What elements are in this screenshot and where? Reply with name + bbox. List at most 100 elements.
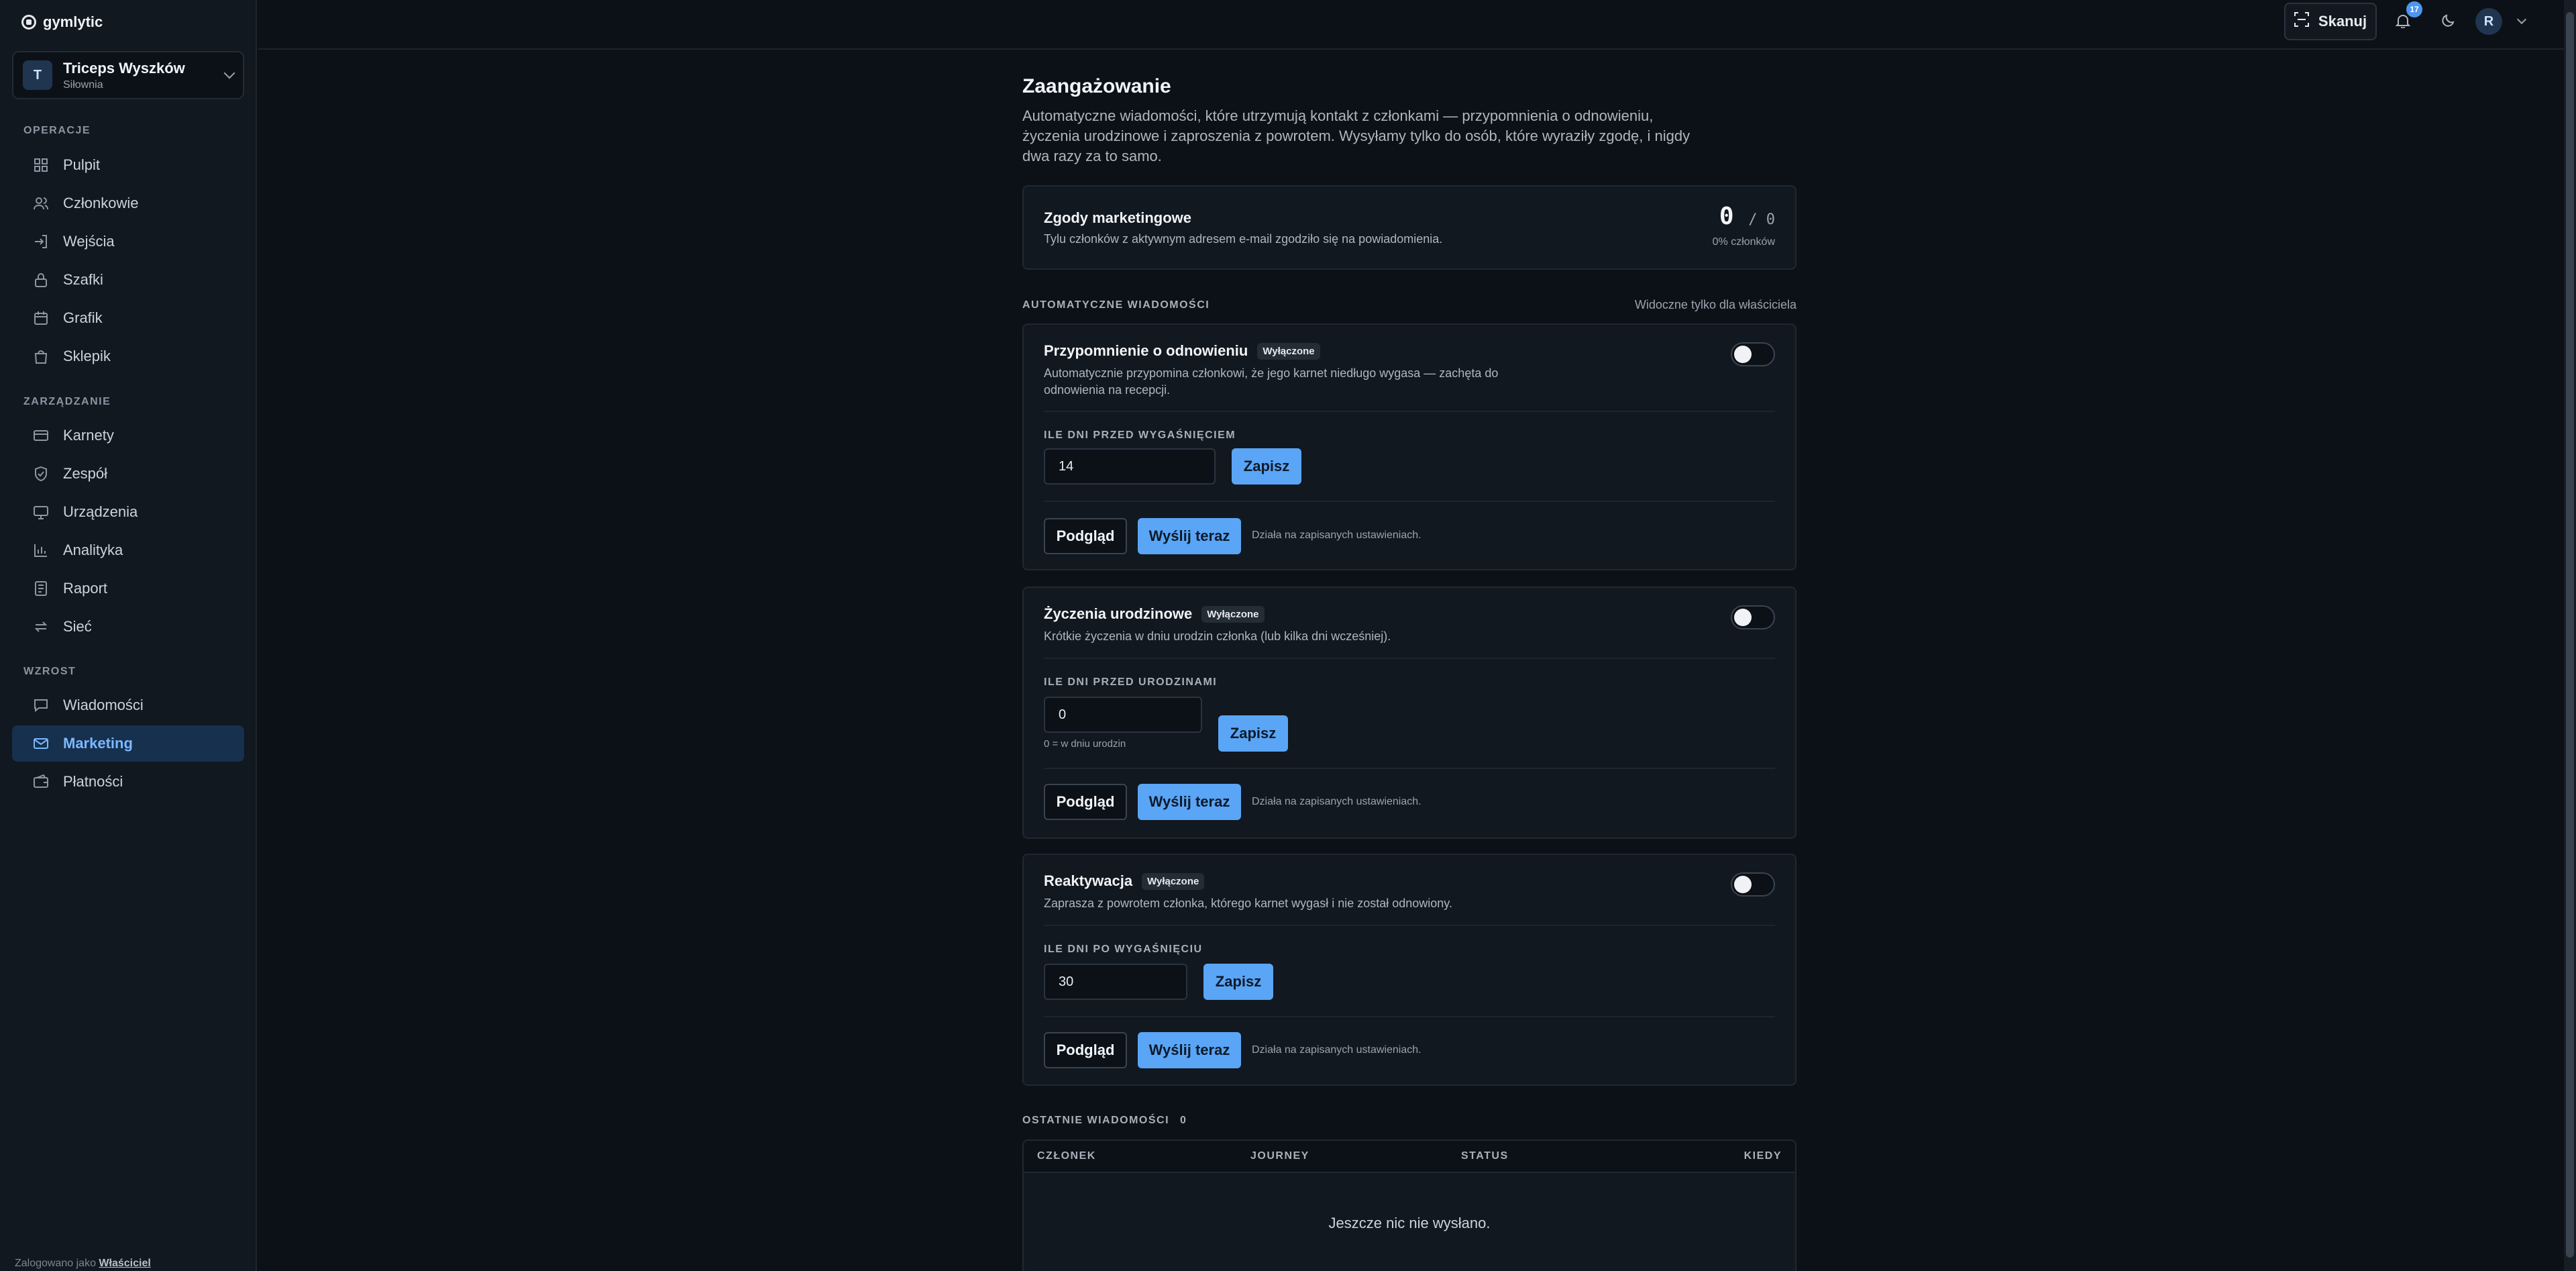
journey-title: Przypomnienie o odnowieniu Wyłączone bbox=[1044, 342, 1320, 360]
bag-icon bbox=[34, 349, 48, 364]
send-hint: Działa na zapisanych ustawieniach. bbox=[1252, 796, 1421, 807]
sidebar-item-label: Analityka bbox=[63, 542, 123, 558]
send-hint: Działa na zapisanych ustawieniach. bbox=[1252, 529, 1421, 541]
notification-badge: 17 bbox=[2406, 1, 2422, 17]
chevron-down-icon bbox=[223, 67, 235, 79]
auto-section-label: AUTOMATYCZNE WIADOMOŚCI bbox=[1022, 299, 1210, 311]
journey-toggle[interactable] bbox=[1731, 872, 1775, 897]
send-now-button[interactable]: Wyślij teraz bbox=[1138, 1032, 1241, 1068]
field-hint: 0 = w dniu urodzin bbox=[1044, 738, 1126, 750]
sidebar-item-label: Marketing bbox=[63, 735, 133, 752]
sidebar-item-czlonkowie[interactable]: Członkowie bbox=[12, 185, 244, 221]
nav-section-label: OPERACJE bbox=[23, 125, 91, 136]
column-header[interactable]: JOURNEY bbox=[1250, 1150, 1309, 1162]
sidebar-item-pulpit[interactable]: Pulpit bbox=[12, 147, 244, 183]
column-header[interactable]: KIEDY bbox=[1744, 1150, 1782, 1162]
consent-percent: 0% członków bbox=[1712, 236, 1775, 248]
sidebar-item-label: Szafki bbox=[63, 271, 103, 288]
journey-toggle[interactable] bbox=[1731, 342, 1775, 366]
field-label: ILE DNI PO WYGAŚNIĘCIU bbox=[1044, 944, 1203, 955]
journey-description: Krótkie życzenia w dniu urodzin członka … bbox=[1044, 629, 1391, 643]
sidebar-item-zespol[interactable]: Zespół bbox=[12, 456, 244, 492]
sidebar-item-label: Raport bbox=[63, 580, 108, 597]
consent-card: Zgody marketingowe Tylu członków z aktyw… bbox=[1022, 185, 1796, 270]
consent-title: Zgody marketingowe bbox=[1044, 209, 1192, 226]
preview-button[interactable]: Podgląd bbox=[1044, 1032, 1127, 1068]
logo-icon bbox=[21, 15, 36, 30]
topbar bbox=[258, 0, 2564, 50]
recent-label: OSTATNIE WIADOMOŚCI bbox=[1022, 1115, 1170, 1126]
sidebar-item-sklepik[interactable]: Sklepik bbox=[12, 338, 244, 374]
journey-title-text: Reaktywacja bbox=[1044, 872, 1133, 889]
sidebar-item-label: Członkowie bbox=[63, 195, 139, 211]
journey-title: Życzenia urodzinowe Wyłączone bbox=[1044, 605, 1265, 623]
column-header[interactable]: STATUS bbox=[1461, 1150, 1509, 1162]
scan-button[interactable]: Skanuj bbox=[2284, 3, 2377, 40]
days-input[interactable]: 30 bbox=[1044, 964, 1187, 1000]
sidebar-item-siec[interactable]: Sieć bbox=[12, 609, 244, 645]
days-input[interactable]: 0 bbox=[1044, 697, 1202, 733]
sidebar-item-label: Wiadomości bbox=[63, 697, 144, 713]
shield-icon bbox=[34, 466, 48, 481]
moon-icon[interactable] bbox=[2436, 9, 2459, 32]
sidebar-item-wiadomosci[interactable]: Wiadomości bbox=[12, 687, 244, 723]
scrollbar[interactable] bbox=[2564, 0, 2576, 1271]
consent-subtitle: Tylu członków z aktywnym adresem e-mail … bbox=[1044, 232, 1443, 246]
save-button[interactable]: Zapisz bbox=[1203, 964, 1273, 1000]
wallet-icon bbox=[34, 774, 48, 789]
send-now-button[interactable]: Wyślij teraz bbox=[1138, 518, 1241, 554]
calendar-icon bbox=[34, 311, 48, 325]
visibility-note: Widoczne tylko dla właściciela bbox=[1634, 298, 1796, 311]
chart-icon bbox=[34, 543, 48, 558]
logged-in-role[interactable]: Właściciel bbox=[99, 1258, 150, 1269]
field-label: ILE DNI PRZED URODZINAMI bbox=[1044, 676, 1218, 688]
sidebar-item-label: Wejścia bbox=[63, 233, 115, 250]
days-input[interactable]: 14 bbox=[1044, 448, 1216, 485]
preview-button[interactable]: Podgląd bbox=[1044, 518, 1127, 554]
save-button[interactable]: Zapisz bbox=[1218, 715, 1288, 752]
login-icon bbox=[34, 234, 48, 249]
sidebar-item-platnosci[interactable]: Płatności bbox=[12, 764, 244, 800]
sidebar-item-label: Zespół bbox=[63, 465, 108, 482]
nav-section-label: ZARZĄDZANIE bbox=[23, 396, 111, 407]
journey-toggle[interactable] bbox=[1731, 605, 1775, 629]
table-header: CZŁONEK JOURNEY STATUS KIEDY bbox=[1024, 1141, 1795, 1173]
logged-in-as: Zalogowano jako Właściciel bbox=[15, 1258, 151, 1270]
report-icon bbox=[34, 581, 48, 596]
consent-count-total: / 0 bbox=[1748, 211, 1775, 228]
preview-button[interactable]: Podgląd bbox=[1044, 784, 1127, 820]
sidebar-item-wejscia[interactable]: Wejścia bbox=[12, 223, 244, 260]
sidebar-item-label: Grafik bbox=[63, 309, 103, 326]
sidebar-item-grafik[interactable]: Grafik bbox=[12, 300, 244, 336]
sync-icon bbox=[34, 619, 48, 634]
sidebar-item-label: Sieć bbox=[63, 618, 92, 635]
empty-state: Jeszcze nic nie wysłano. bbox=[1328, 1215, 1491, 1231]
sidebar-item-raport[interactable]: Raport bbox=[12, 570, 244, 607]
journey-title-text: Życzenia urodzinowe bbox=[1044, 605, 1193, 622]
divider bbox=[1044, 501, 1775, 502]
sidebar-item-karnety[interactable]: Karnety bbox=[12, 417, 244, 454]
sidebar-item-label: Karnety bbox=[63, 427, 114, 444]
status-badge: Wyłączone bbox=[1257, 342, 1320, 360]
sidebar-item-label: Sklepik bbox=[63, 348, 111, 364]
divider bbox=[1044, 658, 1775, 659]
nav-section-label: WZROST bbox=[23, 666, 76, 677]
status-badge: Wyłączone bbox=[1201, 605, 1265, 623]
user-avatar[interactable]: R bbox=[2475, 8, 2502, 35]
monitor-icon bbox=[34, 505, 48, 519]
mail-icon bbox=[34, 736, 48, 751]
gym-switcher[interactable]: T Triceps Wyszków Siłownia bbox=[12, 51, 244, 99]
gym-name: Triceps Wyszków bbox=[63, 59, 185, 77]
sidebar-item-szafki[interactable]: Szafki bbox=[12, 262, 244, 298]
column-header[interactable]: CZŁONEK bbox=[1037, 1150, 1096, 1162]
send-now-button[interactable]: Wyślij teraz bbox=[1138, 784, 1241, 820]
sidebar-item-analityka[interactable]: Analityka bbox=[12, 532, 244, 568]
save-button[interactable]: Zapisz bbox=[1232, 448, 1301, 485]
app-logo[interactable]: gymlytic bbox=[0, 0, 256, 44]
sidebar-item-label: Urządzenia bbox=[63, 503, 138, 520]
scrollbar-thumb[interactable] bbox=[2566, 12, 2574, 1258]
sidebar-item-marketing[interactable]: Marketing bbox=[12, 725, 244, 762]
consent-count: 0 / 0 bbox=[1719, 203, 1775, 230]
journey-card-birthday: Życzenia urodzinowe Wyłączone Krótkie ży… bbox=[1022, 587, 1796, 839]
sidebar-item-urzadzenia[interactable]: Urządzenia bbox=[12, 494, 244, 530]
